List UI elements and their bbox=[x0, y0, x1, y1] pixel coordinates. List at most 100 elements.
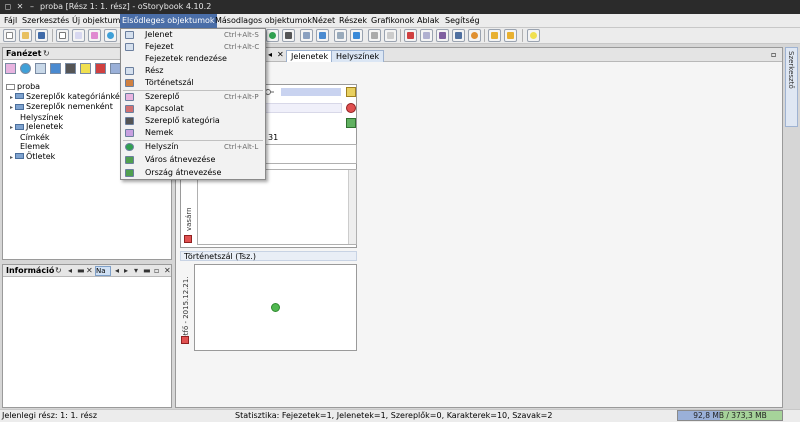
strand-drop-area[interactable] bbox=[194, 264, 357, 351]
chapter-icon[interactable] bbox=[72, 29, 85, 42]
idea-filter-icon[interactable] bbox=[80, 63, 91, 74]
user-icon[interactable] bbox=[452, 29, 465, 42]
tree-node-scenes[interactable]: ▸ Jelenetek bbox=[6, 122, 128, 133]
lightbulb-icon[interactable] bbox=[527, 29, 540, 42]
tree-node-tags[interactable]: Címkék bbox=[6, 133, 128, 143]
tree-node-label: Szereplők nemenként bbox=[26, 102, 113, 111]
menu-window[interactable]: Ablak bbox=[415, 14, 441, 28]
menu-secondary-objects[interactable]: Másodlagos objektumok bbox=[213, 14, 314, 28]
add-icon[interactable] bbox=[346, 118, 356, 128]
tree-node-ideas[interactable]: ▸ Ötletek bbox=[6, 152, 128, 163]
add-scene-icon[interactable] bbox=[271, 303, 280, 312]
menu-item-label: Szereplő kategória bbox=[145, 116, 220, 125]
globe-icon[interactable] bbox=[104, 29, 117, 42]
arrow-right-icon[interactable] bbox=[504, 29, 517, 42]
document-icon[interactable] bbox=[56, 29, 69, 42]
close-icon[interactable]: ✕ bbox=[277, 50, 284, 59]
tag-filter-icon[interactable] bbox=[50, 63, 61, 74]
menu-item-order-chapters[interactable]: Fejezetek rendezése bbox=[121, 53, 265, 65]
pin-icon[interactable]: ◂ bbox=[68, 265, 72, 277]
refresh-icon[interactable]: ↻ bbox=[43, 48, 50, 60]
minimize-icon[interactable]: – bbox=[27, 0, 37, 14]
editor-sidebar-tab[interactable]: Szerkesztő bbox=[785, 47, 798, 127]
item-filter-icon[interactable] bbox=[65, 63, 76, 74]
menu-item-chapter[interactable]: Fejezet Ctrl+Alt-C bbox=[121, 41, 265, 53]
menu-charts[interactable]: Grafikonok bbox=[369, 14, 416, 28]
person-filter-icon[interactable] bbox=[5, 63, 16, 74]
scene-day-label: vasárn bbox=[185, 207, 193, 231]
close-icon[interactable]: ✕ bbox=[86, 265, 93, 277]
chevron-right-icon[interactable]: ▸ bbox=[124, 265, 128, 277]
chapter-filter-icon[interactable] bbox=[35, 63, 46, 74]
delete-icon[interactable] bbox=[346, 103, 356, 113]
shortcut-label: Ctrl+Alt-P bbox=[224, 93, 259, 101]
list-icon[interactable]: ▾ bbox=[134, 265, 138, 277]
tag-icon[interactable] bbox=[316, 29, 329, 42]
menu-view[interactable]: Nézet bbox=[310, 14, 337, 28]
tree-node-characters-by-category[interactable]: ▸ Szereplők kategóriánként bbox=[6, 92, 128, 103]
book-icon[interactable] bbox=[436, 29, 449, 42]
menu-file[interactable]: Fájl bbox=[2, 14, 19, 28]
grid-view-icon[interactable] bbox=[282, 29, 295, 42]
menu-new-object[interactable]: Új objektum bbox=[70, 14, 122, 28]
globe-view-icon[interactable] bbox=[266, 29, 279, 42]
close-icon[interactable]: ✕ bbox=[164, 265, 171, 277]
save-icon[interactable] bbox=[35, 29, 48, 42]
menu-item-rename-country[interactable]: Ország átnevezése bbox=[121, 167, 265, 179]
menu-item-scene[interactable]: Jelenet Ctrl+Alt-S bbox=[121, 29, 265, 41]
tab-scenes[interactable]: Jelenetek bbox=[286, 50, 334, 62]
menu-item-strand[interactable]: Történetszál bbox=[121, 77, 265, 89]
shortcut-label: Ctrl+Alt-C bbox=[224, 43, 260, 51]
memory-usage-bar[interactable]: 92,8 MB / 373,3 MB bbox=[677, 410, 783, 421]
menu-item-person[interactable]: Szereplő Ctrl+Alt-P bbox=[121, 91, 265, 103]
list-icon[interactable] bbox=[368, 29, 381, 42]
open-folder-icon[interactable] bbox=[19, 29, 32, 42]
maximize-icon[interactable]: ▫ bbox=[154, 265, 159, 277]
menu-edit[interactable]: Szerkesztés bbox=[20, 14, 71, 28]
donut-icon[interactable] bbox=[468, 29, 481, 42]
minimize-icon[interactable]: ▬ bbox=[143, 265, 151, 277]
scrollbar[interactable] bbox=[348, 170, 356, 244]
tree-node-root[interactable]: proba bbox=[6, 82, 128, 92]
window-menu-icon[interactable]: ◻ bbox=[3, 0, 13, 14]
menu-parts[interactable]: Részek bbox=[337, 14, 369, 28]
pdf-icon[interactable] bbox=[404, 29, 417, 42]
scene-title-field[interactable] bbox=[281, 88, 341, 96]
print-icon[interactable] bbox=[384, 29, 397, 42]
folder-icon bbox=[15, 103, 24, 110]
close-icon[interactable]: ✕ bbox=[15, 0, 25, 14]
scene-text-area[interactable] bbox=[197, 169, 357, 245]
chevron-left-icon[interactable]: ◂ bbox=[115, 265, 119, 277]
part-filter-icon[interactable] bbox=[95, 63, 106, 74]
pin-icon[interactable]: ◂ bbox=[268, 50, 272, 59]
menu-primary-objects[interactable]: Elsődleges objektumok bbox=[120, 14, 217, 28]
chat-icon[interactable] bbox=[420, 29, 433, 42]
menu-item-gender[interactable]: Nemek bbox=[121, 127, 265, 139]
tree-node-items[interactable]: Elemek bbox=[6, 142, 128, 152]
edit-icon[interactable] bbox=[346, 87, 356, 97]
refresh-icon[interactable]: ↻ bbox=[55, 265, 62, 277]
link-icon[interactable] bbox=[300, 29, 313, 42]
menu-item-rename-city[interactable]: Város átnevezése bbox=[121, 154, 265, 166]
tag-blue-icon[interactable] bbox=[350, 29, 363, 42]
tab-locations[interactable]: Helyszínek bbox=[331, 50, 385, 62]
menu-item-relation[interactable]: Kapcsolat bbox=[121, 103, 265, 115]
minimize-icon[interactable]: ▬ bbox=[77, 265, 85, 277]
tree-node-locations[interactable]: Helyszínek bbox=[6, 113, 128, 123]
menu-item-label: Rész bbox=[145, 66, 164, 75]
menu-item-person-category[interactable]: Szereplő kategória bbox=[121, 115, 265, 127]
arrow-left-icon[interactable] bbox=[488, 29, 501, 42]
folder-icon bbox=[15, 123, 24, 130]
list-view-icon[interactable] bbox=[334, 29, 347, 42]
globe-filter-icon[interactable] bbox=[20, 63, 31, 74]
tab-navigation[interactable]: Na bbox=[95, 266, 111, 276]
toolbar-separator bbox=[522, 29, 523, 42]
category-icon bbox=[125, 117, 134, 125]
new-file-icon[interactable] bbox=[3, 29, 16, 42]
menu-item-location[interactable]: Helyszín Ctrl+Alt-L bbox=[121, 141, 265, 153]
menu-help[interactable]: Segítség bbox=[443, 14, 482, 28]
menu-item-part[interactable]: Rész bbox=[121, 65, 265, 77]
person-icon[interactable] bbox=[88, 29, 101, 42]
tree-node-characters-by-gender[interactable]: ▸ Szereplők nemenként bbox=[6, 102, 128, 113]
maximize-icon[interactable]: ▫ bbox=[771, 50, 776, 59]
